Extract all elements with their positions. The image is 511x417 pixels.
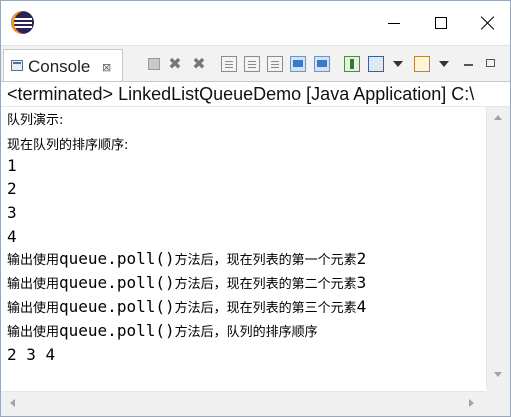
tab-console[interactable]: Console ⊠	[3, 49, 123, 82]
line-suffix: 方法后，队列的排序顺序	[174, 325, 318, 340]
console-line: 2	[7, 179, 17, 198]
display-console-dropdown-icon[interactable]	[393, 61, 403, 67]
line-code: queue.poll()	[59, 273, 175, 292]
view-toolbar: Console ⊠ ✖ ✖	[1, 45, 510, 82]
console-line: 现在队列的排序顺序:	[7, 138, 129, 153]
tab-label: Console	[28, 57, 91, 76]
eclipse-icon[interactable]	[11, 11, 34, 34]
console-output[interactable]: 队列演示: 现在队列的排序顺序: 1 2 3 4 输出使用queue.poll(…	[1, 107, 486, 393]
launch-status-bar: <terminated> LinkedListQueueDemo [Java A…	[1, 81, 510, 107]
line-code: queue.poll()	[59, 297, 175, 316]
minimize-button[interactable]	[371, 1, 417, 45]
view-minimize-icon[interactable]	[464, 64, 473, 66]
line-code: queue.poll()	[59, 249, 175, 268]
show-on-stdout-icon[interactable]	[290, 56, 306, 72]
terminate-icon[interactable]	[148, 58, 160, 70]
line-suffix: 方法后，现在列表的第三个元素	[174, 301, 357, 316]
line-prefix: 输出使用	[7, 325, 60, 340]
tab-close-icon[interactable]: ⊠	[102, 62, 111, 73]
horizontal-scrollbar[interactable]	[1, 391, 486, 416]
line-prefix: 输出使用	[7, 301, 60, 316]
console-line: 输出使用queue.poll()方法后，现在列表的第三个元素4	[7, 297, 366, 316]
console-line: 3	[7, 203, 17, 222]
line-prefix: 输出使用	[7, 277, 60, 292]
scroll-left-icon[interactable]	[10, 399, 15, 407]
word-wrap-icon[interactable]	[267, 56, 283, 72]
vertical-scrollbar[interactable]	[486, 107, 510, 386]
clear-console-icon[interactable]	[221, 56, 237, 72]
minimize-icon	[388, 22, 400, 24]
console-line: 输出使用queue.poll()方法后，队列的排序顺序	[7, 321, 318, 340]
maximize-icon	[435, 17, 447, 29]
line-suffix: 方法后，现在列表的第一个元素	[174, 253, 357, 268]
maximize-button[interactable]	[418, 1, 464, 45]
line-prefix: 输出使用	[7, 253, 60, 268]
scroll-lock-icon[interactable]	[244, 56, 260, 72]
console-icon	[11, 60, 23, 71]
line-suffix: 方法后，现在列表的第二个元素	[174, 277, 357, 292]
close-icon	[481, 16, 495, 30]
display-console-icon[interactable]	[368, 56, 384, 72]
line-code: queue.poll()	[59, 321, 175, 340]
open-console-dropdown-icon[interactable]	[439, 61, 449, 67]
application-window: Console ⊠ ✖ ✖ <terminated> LinkedListQue…	[0, 0, 511, 417]
view-maximize-icon[interactable]	[486, 59, 495, 67]
title-bar	[1, 1, 510, 45]
console-line: 1	[7, 156, 17, 175]
line-value: 2	[356, 249, 367, 268]
line-value: 4	[356, 297, 367, 316]
scrollbar-corner	[486, 386, 510, 416]
console-line: 输出使用queue.poll()方法后，现在列表的第二个元素3	[7, 273, 366, 292]
launch-status-text: <terminated> LinkedListQueueDemo [Java A…	[7, 84, 475, 104]
remove-all-terminated-icon[interactable]: ✖	[191, 56, 207, 72]
console-line: 队列演示:	[7, 113, 64, 128]
pin-console-icon[interactable]	[344, 56, 360, 72]
scroll-down-icon[interactable]	[494, 372, 502, 377]
remove-launch-icon[interactable]: ✖	[167, 56, 183, 72]
close-button[interactable]	[465, 1, 510, 45]
console-line: 输出使用queue.poll()方法后，现在列表的第一个元素2	[7, 249, 366, 268]
scroll-up-icon[interactable]	[494, 115, 502, 120]
show-on-stderr-icon[interactable]	[314, 56, 330, 72]
console-line: 4	[7, 227, 17, 246]
scroll-right-icon[interactable]	[469, 399, 474, 407]
console-line: 2 3 4	[7, 345, 56, 364]
line-value: 3	[356, 273, 367, 292]
open-console-icon[interactable]	[414, 56, 430, 72]
